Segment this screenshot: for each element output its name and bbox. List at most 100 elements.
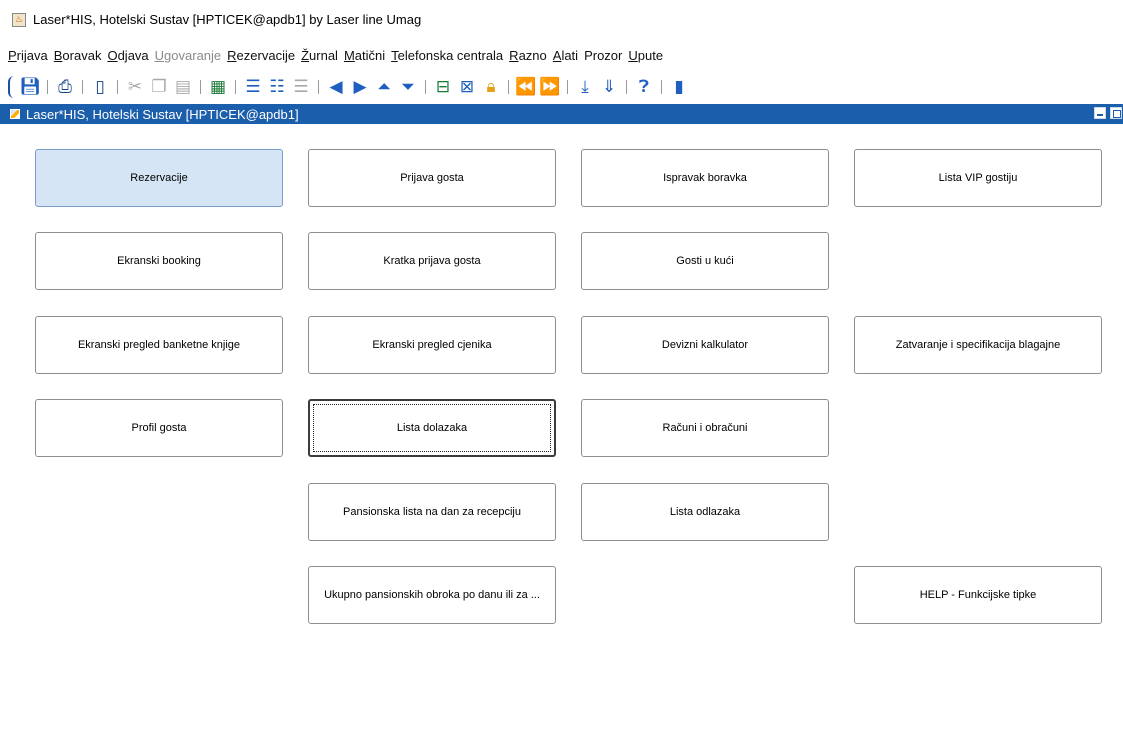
- lista-vip-gostiju-button[interactable]: Lista VIP gostiju: [854, 149, 1102, 207]
- save-icon[interactable]: 💾︎: [19, 76, 41, 98]
- help-icon[interactable]: ❓︎: [633, 76, 655, 98]
- execute-query-icon[interactable]: ⊠: [456, 76, 478, 98]
- menu-alati[interactable]: Alati: [553, 48, 578, 63]
- menu-label: atični: [354, 47, 386, 63]
- cut-icon: ✂: [127, 76, 143, 97]
- frame-title: Laser*HIS, Hotelski Sustav [HPTICEK@apdb…: [26, 106, 299, 122]
- racuni-i-obracuni-button[interactable]: Računi i obračuni: [581, 399, 829, 457]
- menu-label: djava: [117, 47, 149, 63]
- ekranski-pregled-banketne-knjige-button[interactable]: Ekranski pregled banketne knjige: [35, 316, 283, 374]
- button-label: Lista odlazaka: [669, 506, 741, 518]
- menu-mnemonic: R: [509, 47, 519, 63]
- help-funkcijske-tipke-button[interactable]: HELP - Funkcijske tipke: [854, 566, 1102, 624]
- delete-record-icon[interactable]: ☷: [266, 76, 288, 98]
- button-label: Ekranski pregled cjenika: [372, 339, 492, 351]
- button-label: Ukupno pansionskih obroka po danu ili za…: [324, 589, 540, 601]
- menu-label: urnal: [309, 47, 338, 63]
- insert-record-icon[interactable]: ☰: [242, 76, 264, 98]
- menu-telefonska-centrala[interactable]: Telefonska centrala: [391, 48, 503, 63]
- menu-odjava[interactable]: Odjava: [107, 48, 148, 63]
- ekranski-pregled-cjenika-button[interactable]: Ekranski pregled cjenika: [308, 316, 556, 374]
- ispravak-boravka-button[interactable]: Ispravak boravka: [581, 149, 829, 207]
- menu-label: azno: [518, 47, 547, 63]
- button-label: Kratka prijava gosta: [383, 255, 481, 267]
- profil-gosta-button[interactable]: Profil gosta: [35, 399, 283, 457]
- menu-rezervacije[interactable]: Rezervacije: [227, 48, 295, 63]
- menu-label: pute: [637, 47, 664, 63]
- application-window: ♨ Laser*HIS, Hotelski Sustav [HPTICEK@ap…: [0, 0, 1123, 744]
- zatvaranje-blagajne-button[interactable]: Zatvaranje i specifikacija blagajne: [854, 316, 1102, 374]
- button-label: Prijava gosta: [400, 172, 464, 184]
- minimize-icon[interactable]: [1094, 107, 1106, 119]
- toolbar-separator: [47, 80, 48, 94]
- toolbar-handle[interactable]: [8, 76, 14, 98]
- lock-icon[interactable]: 🔒︎: [480, 76, 502, 98]
- toolbar-separator: [200, 80, 201, 94]
- focus-ring: [313, 404, 551, 452]
- menu-maticni[interactable]: Matični: [344, 48, 385, 63]
- download-icon[interactable]: ⤓: [574, 76, 596, 98]
- toolbar-separator: [318, 80, 319, 94]
- prijava-gosta-button[interactable]: Prijava gosta: [308, 149, 556, 207]
- java-app-icon[interactable]: ♨: [12, 13, 26, 27]
- button-label: Zatvaranje i specifikacija blagajne: [895, 339, 1061, 351]
- menu-boravak[interactable]: Boravak: [54, 48, 102, 63]
- pansionska-lista-button[interactable]: Pansionska lista na dan za recepciju: [308, 483, 556, 541]
- menu-zurnal[interactable]: Žurnal: [301, 48, 338, 63]
- menu-mnemonic: R: [227, 47, 237, 63]
- next-record-icon[interactable]: ▶: [349, 76, 371, 98]
- last-record-icon[interactable]: ⏷: [397, 76, 419, 98]
- kratka-prijava-gosta-button[interactable]: Kratka prijava gosta: [308, 232, 556, 290]
- toolbar: 💾︎ ⎙ ▯ ✂ ❐ ▤ ▦ ☰ ☷ ☰ ◀ ▶ ⏶ ⏷ ⊟ ⊠ 🔒︎ ⏪ ⏩ …: [0, 74, 1123, 100]
- next-block-icon[interactable]: ⏩: [539, 76, 561, 98]
- devizni-kalkulator-button[interactable]: Devizni kalkulator: [581, 316, 829, 374]
- menu-label: rijava: [16, 47, 48, 63]
- button-label: HELP - Funkcijske tipke: [919, 589, 1037, 601]
- exit-icon[interactable]: ▯: [89, 76, 111, 98]
- toolbar-separator: [82, 80, 83, 94]
- menu-bar: Prijava Boravak Odjava Ugovaranje Rezerv…: [0, 44, 1123, 66]
- ukupno-pansionskih-obroka-button[interactable]: Ukupno pansionskih obroka po danu ili za…: [308, 566, 556, 624]
- previous-record-icon[interactable]: ◀: [325, 76, 347, 98]
- gosti-u-kuci-button[interactable]: Gosti u kući: [581, 232, 829, 290]
- menu-razno[interactable]: Razno: [509, 48, 547, 63]
- button-label: Ekranski booking: [117, 255, 201, 267]
- button-label: Devizni kalkulator: [661, 339, 749, 351]
- menu-upute[interactable]: Upute: [628, 48, 663, 63]
- button-label: Računi i obračuni: [662, 422, 748, 434]
- button-label: Ekranski pregled banketne knjige: [77, 339, 241, 351]
- window-title: Laser*HIS, Hotelski Sustav [HPTICEK@apdb…: [33, 12, 422, 27]
- internal-frame-title-bar[interactable]: Laser*HIS, Hotelski Sustav [HPTICEK@apdb…: [0, 104, 1123, 124]
- ekranski-booking-button[interactable]: Ekranski booking: [35, 232, 283, 290]
- menu-ugovaranje: Ugovaranje: [155, 48, 222, 63]
- frame-icon: [10, 109, 20, 119]
- menu-mnemonic: Ž: [301, 47, 310, 63]
- toolbar-separator: [117, 80, 118, 94]
- lista-dolazaka-button[interactable]: Lista dolazaka: [308, 399, 556, 457]
- first-record-icon[interactable]: ⏶: [373, 76, 395, 98]
- menu-label: Prozor: [584, 47, 623, 63]
- paste-icon: ▤: [174, 76, 192, 97]
- rezervacije-button[interactable]: Rezervacije: [35, 149, 283, 207]
- print-icon[interactable]: ⎙: [54, 76, 76, 98]
- menu-mnemonic: M: [343, 47, 355, 63]
- excel-export-icon[interactable]: ▦: [207, 76, 229, 98]
- button-label: Rezervacije: [130, 172, 188, 184]
- toolbar-separator: [661, 80, 662, 94]
- menu-mnemonic: O: [107, 47, 118, 63]
- lista-odlazaka-button[interactable]: Lista odlazaka: [581, 483, 829, 541]
- title-bar: ♨ Laser*HIS, Hotelski Sustav [HPTICEK@ap…: [0, 0, 1123, 38]
- toolbar-separator: [235, 80, 236, 94]
- clear-record-icon: ☰: [293, 76, 309, 97]
- previous-block-icon[interactable]: ⏪: [515, 76, 537, 98]
- button-label: Ispravak boravka: [663, 172, 747, 184]
- copy-icon: ❐: [151, 76, 167, 97]
- menu-prijava[interactable]: Prijava: [8, 48, 48, 63]
- enter-query-icon[interactable]: ⊟: [432, 76, 454, 98]
- book-icon[interactable]: ▮: [668, 76, 690, 98]
- toolbar-separator: [626, 80, 627, 94]
- button-label: Profil gosta: [131, 422, 187, 434]
- download-all-icon[interactable]: ⇓: [598, 76, 620, 98]
- menu-prozor[interactable]: Prozor: [584, 48, 622, 63]
- maximize-icon[interactable]: [1110, 107, 1122, 119]
